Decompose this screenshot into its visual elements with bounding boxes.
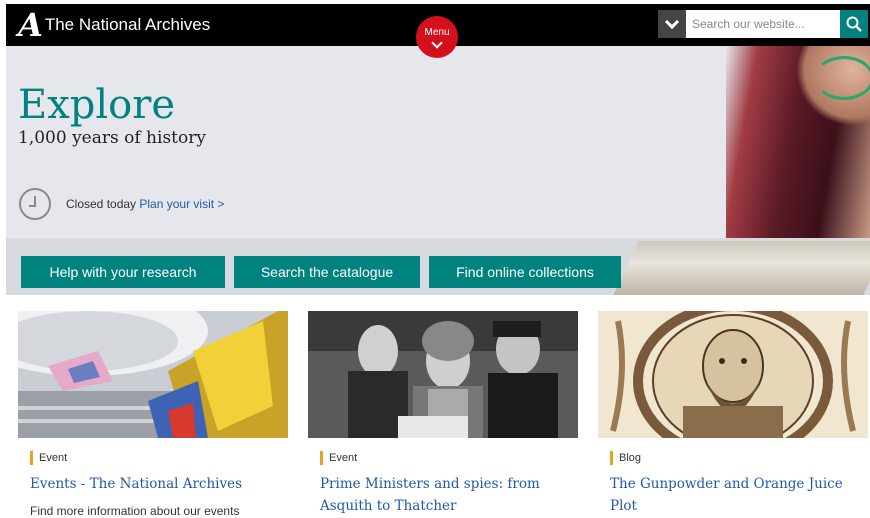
opening-status: Closed today Plan your visit > xyxy=(66,197,224,211)
card-title[interactable]: Events - The National Archives xyxy=(30,473,276,495)
hero-title: Explore xyxy=(18,82,176,128)
card-events[interactable]: Event Events - The National Archives Fin… xyxy=(18,311,288,518)
plan-visit-link[interactable]: Plan your visit > xyxy=(139,197,224,211)
hero-photo-book xyxy=(613,241,870,295)
events-photo xyxy=(18,311,288,438)
search-options-toggle[interactable] xyxy=(658,10,686,38)
chevron-down-icon xyxy=(431,37,443,49)
card-image-gunpowder[interactable] xyxy=(598,311,868,438)
gunpowder-portrait xyxy=(598,311,868,438)
chevron-down-icon xyxy=(664,14,680,29)
online-collections-button[interactable]: Find online collections xyxy=(429,256,621,288)
status-text: Closed today xyxy=(66,197,137,211)
card-title[interactable]: The Gunpowder and Orange Juice Plot xyxy=(610,473,856,517)
search-catalogue-button[interactable]: Search the catalogue xyxy=(234,256,420,288)
help-research-button[interactable]: Help with your research xyxy=(21,256,225,288)
hero-banner: Explore 1,000 years of history Closed to… xyxy=(6,46,870,295)
menu-button[interactable]: Menu xyxy=(416,16,458,58)
card-description: Find more information about our events xyxy=(30,504,240,518)
logo-mark-icon: A xyxy=(18,6,43,44)
card-tag: Event xyxy=(30,451,67,465)
site-logo[interactable]: A The National Archives xyxy=(18,8,210,42)
prime-ministers-photo xyxy=(308,311,578,438)
card-image-prime-ministers[interactable] xyxy=(308,311,578,438)
card-gunpowder[interactable]: Blog The Gunpowder and Orange Juice Plot xyxy=(598,311,868,518)
logo-text: The National Archives xyxy=(44,15,211,34)
card-title[interactable]: Prime Ministers and spies: from Asquith … xyxy=(320,473,566,517)
hero-photo-glasses xyxy=(814,56,870,100)
card-prime-ministers[interactable]: Event Prime Ministers and spies: from As… xyxy=(308,311,578,518)
hero-subtitle: 1,000 years of history xyxy=(18,128,206,148)
card-tag: Event xyxy=(320,451,357,465)
clock-icon xyxy=(19,188,51,220)
search-button[interactable] xyxy=(840,10,868,38)
search-input[interactable] xyxy=(686,10,840,38)
card-tag: Blog xyxy=(610,451,641,465)
card-image-events[interactable] xyxy=(18,311,288,438)
search-icon xyxy=(846,16,862,32)
